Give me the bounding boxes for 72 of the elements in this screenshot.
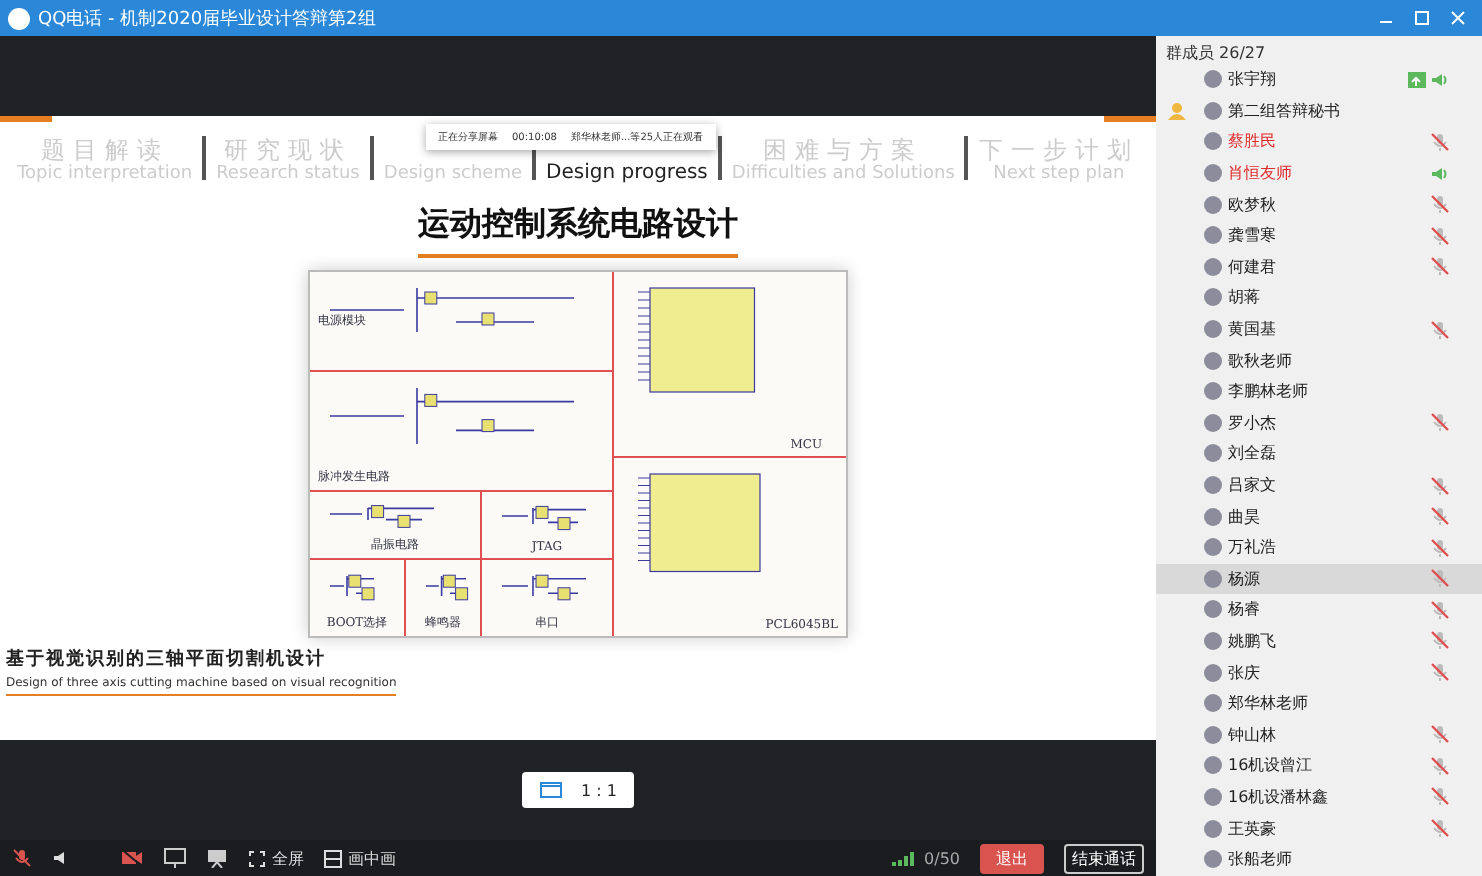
member-name: 16机设潘林鑫 (1228, 785, 1329, 808)
member-name: 胡蒋 (1228, 286, 1260, 309)
member-name: 刘全磊 (1228, 442, 1276, 465)
app-logo-icon (8, 7, 30, 29)
zoom-ratio-button[interactable]: 1 : 1 (522, 772, 634, 808)
member-row[interactable]: 张船老师 (1156, 843, 1482, 875)
member-row[interactable]: 郑华林老师 (1156, 687, 1482, 719)
member-row[interactable]: 刘全磊 (1156, 438, 1482, 470)
close-icon[interactable] (1450, 10, 1466, 26)
member-name: 姚鹏飞 (1228, 629, 1276, 652)
member-name: 杨源 (1228, 567, 1260, 590)
member-name: 张庆 (1228, 661, 1260, 684)
member-row[interactable]: 曲昊 (1156, 500, 1482, 532)
end-call-button[interactable]: 结束通话 (1064, 843, 1144, 873)
member-row[interactable]: 肖恒友师 (1156, 157, 1482, 189)
member-name: 龚雪寒 (1228, 224, 1276, 247)
member-name: 蔡胜民 (1228, 130, 1276, 153)
member-name: 钟山林 (1228, 723, 1276, 746)
member-row[interactable]: 万礼浩 (1156, 531, 1482, 563)
member-name: 第二组答辩秘书 (1228, 99, 1340, 122)
member-row[interactable]: 16机设曾江 (1156, 750, 1482, 782)
member-name: 歌秋老师 (1228, 349, 1292, 372)
slide-heading: 运动控制系统电路设计 (418, 204, 738, 258)
member-name: 欧梦秋 (1228, 193, 1276, 216)
member-name: 李鹏林老师 (1228, 380, 1308, 403)
window-icon (539, 782, 562, 798)
member-row[interactable]: 王英豪 (1156, 812, 1482, 844)
member-row[interactable]: 何建君 (1156, 251, 1482, 283)
member-name: 16机设曾江 (1228, 754, 1313, 777)
member-row[interactable]: 杨源 (1156, 563, 1482, 595)
member-row[interactable]: 16机设潘林鑫 (1156, 781, 1482, 813)
member-name: 郑华林老师 (1228, 692, 1308, 715)
member-name: 何建君 (1228, 255, 1276, 278)
member-row[interactable]: 罗小杰 (1156, 407, 1482, 439)
member-row[interactable]: 吕家文 (1156, 469, 1482, 501)
fullscreen-button[interactable]: 全屏 (248, 847, 304, 869)
member-name: 吕家文 (1228, 474, 1276, 497)
member-name: 肖恒友师 (1228, 162, 1292, 185)
fullscreen-icon (248, 849, 266, 867)
member-name: 黄国基 (1228, 318, 1276, 341)
member-name: 曲昊 (1228, 505, 1260, 528)
member-row[interactable]: 胡蒋 (1156, 282, 1482, 314)
bitrate-text: 0/50 (924, 849, 960, 867)
layout-icon (324, 849, 342, 867)
window-title: QQ电话 - 机制2020届毕业设计答辩第2组 (38, 7, 378, 31)
muted-microphone-icon[interactable] (12, 848, 32, 868)
member-row[interactable]: 姚鹏飞 (1156, 625, 1482, 657)
member-row[interactable]: 钟山林 (1156, 718, 1482, 751)
project-title: 基于视觉识别的三轴平面切割机设计 (6, 646, 328, 672)
member-row[interactable]: 第二组答辩秘书 (1156, 95, 1482, 127)
member-row[interactable]: 龚雪寒 (1156, 219, 1482, 252)
member-row[interactable]: 歌秋老师 (1156, 344, 1482, 376)
member-row[interactable]: 杨睿 (1156, 594, 1482, 626)
member-row[interactable]: 欧梦秋 (1156, 188, 1482, 220)
member-row[interactable]: 张宇翔 (1156, 64, 1482, 96)
member-name: 张船老师 (1228, 848, 1292, 871)
member-name: 万礼浩 (1228, 536, 1276, 559)
screen-share-icon[interactable] (164, 848, 186, 868)
member-row[interactable]: 蔡胜民 (1156, 126, 1482, 158)
member-name: 张宇翔 (1228, 68, 1276, 91)
member-row[interactable]: 李鹏林老师 (1156, 375, 1482, 408)
camera-off-icon[interactable] (120, 848, 144, 868)
member-name: 杨睿 (1228, 598, 1260, 621)
member-row[interactable]: 张庆 (1156, 656, 1482, 688)
picture-in-picture-button[interactable]: 画中画 (324, 847, 396, 869)
member-count-header: 群成员 26/27 (1164, 42, 1268, 64)
maximize-icon[interactable] (1414, 10, 1430, 26)
whiteboard-icon[interactable] (206, 848, 228, 868)
exit-button[interactable]: 退出 (980, 843, 1044, 873)
member-name: 罗小杰 (1228, 411, 1276, 434)
member-row[interactable]: 黄国基 (1156, 313, 1482, 345)
member-name: 王英豪 (1228, 817, 1276, 840)
